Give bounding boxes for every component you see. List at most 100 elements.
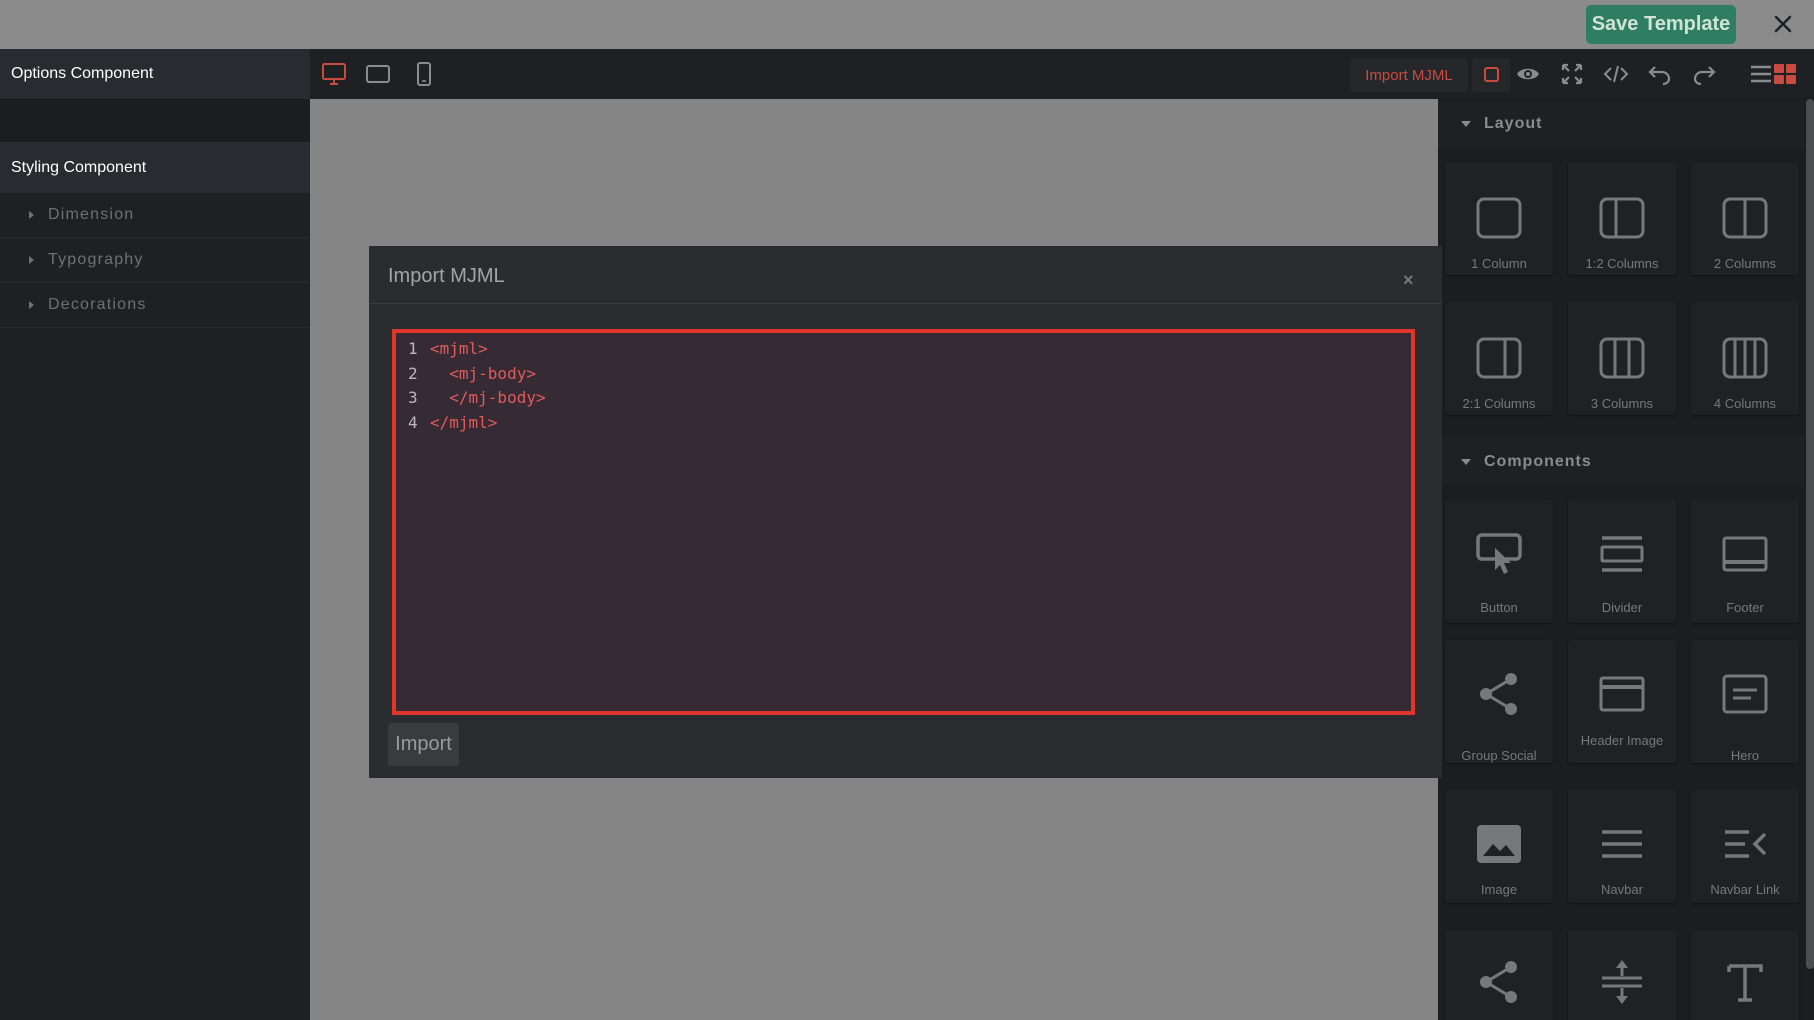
block-text[interactable]	[1691, 930, 1799, 1020]
block-2-1-columns[interactable]: 2:1 Columns	[1445, 302, 1553, 415]
save-template-button[interactable]: Save Template	[1586, 5, 1736, 44]
close-icon[interactable]	[1770, 11, 1796, 37]
code-text: </mjml>	[430, 413, 498, 432]
import-button[interactable]: Import	[388, 723, 459, 766]
desktop-icon[interactable]	[321, 61, 347, 87]
block-label: Header Image	[1580, 733, 1664, 748]
blocks-scrollbar[interactable]	[1806, 99, 1814, 969]
share-icon	[1480, 961, 1517, 1003]
block-label: 1:2 Columns	[1585, 256, 1659, 271]
category-title: Layout	[1484, 115, 1543, 132]
fullscreen-icon[interactable]	[1559, 61, 1585, 87]
navbar-icon	[1602, 830, 1642, 858]
block-2-columns[interactable]: 2 Columns	[1691, 162, 1799, 275]
text-icon	[1727, 964, 1763, 1002]
header-image-icon	[1599, 676, 1645, 712]
share-icon	[1480, 673, 1517, 715]
line-number: 1	[408, 339, 418, 358]
hero-icon	[1722, 674, 1768, 714]
navbar-link-icon	[1725, 830, 1767, 858]
button-icon	[1476, 533, 1522, 574]
block-button[interactable]: Button	[1445, 500, 1553, 623]
section-label: Decorations	[48, 296, 147, 313]
three-columns-icon	[1599, 337, 1645, 379]
top-bar: Save Template	[0, 0, 1814, 49]
two-columns-icon	[1722, 197, 1768, 239]
block-divider[interactable]: Divider	[1568, 500, 1676, 623]
redo-icon[interactable]	[1691, 61, 1717, 87]
block-hero[interactable]: Hero	[1691, 640, 1799, 763]
section-decorations[interactable]: Decorations	[0, 283, 310, 328]
blocks-panel: Layout 1 Column 1:2 Columns 2 Columns 2:…	[1438, 99, 1814, 1020]
block-image[interactable]: Image	[1445, 790, 1553, 903]
toolbar: Import MJML	[310, 49, 1814, 99]
code-line: 3 </mj-body>	[408, 388, 546, 412]
block-label: 4 Columns	[1713, 396, 1777, 411]
footer-icon	[1722, 536, 1768, 572]
options-component-header[interactable]: Options Component	[0, 49, 310, 99]
code-editor[interactable]: 1 <mjml> 2 <mj-body> 3 </mj-body> 4 </mj…	[392, 329, 1415, 715]
spacer-icon	[1602, 960, 1642, 1004]
four-columns-icon	[1722, 337, 1768, 379]
block-footer[interactable]: Footer	[1691, 500, 1799, 623]
two-one-columns-icon	[1476, 337, 1522, 379]
code-text: <mj-body>	[430, 364, 536, 383]
block-navbar-link[interactable]: Navbar Link	[1691, 790, 1799, 903]
styling-component-header[interactable]: Styling Component	[0, 143, 310, 193]
line-number: 4	[408, 413, 418, 432]
undo-icon[interactable]	[1647, 61, 1673, 87]
block-4-columns[interactable]: 4 Columns	[1691, 302, 1799, 415]
left-panel: Options Component Styling Component Dime…	[0, 49, 310, 1020]
components-category[interactable]: Components	[1438, 438, 1804, 486]
code-line: 1 <mjml>	[408, 339, 488, 363]
block-header-image[interactable]: Header Image	[1568, 640, 1676, 763]
modal-header: Import MJML ×	[369, 246, 1442, 304]
tablet-icon[interactable]	[365, 61, 391, 87]
block-label: 1 Column	[1471, 256, 1527, 271]
line-number: 2	[408, 364, 418, 383]
mobile-icon[interactable]	[411, 61, 437, 87]
divider-icon	[1600, 536, 1644, 572]
open-blocks-icon[interactable]	[1772, 61, 1798, 87]
section-typography[interactable]: Typography	[0, 238, 310, 283]
section-label: Typography	[48, 251, 144, 268]
block-label: Footer	[1726, 600, 1764, 615]
section-dimension[interactable]: Dimension	[0, 193, 310, 238]
block-3-columns[interactable]: 3 Columns	[1568, 302, 1676, 415]
category-title: Components	[1484, 453, 1592, 470]
options-component-body	[0, 99, 310, 143]
block-group-social[interactable]: Group Social	[1445, 640, 1553, 763]
code-text: <mjml>	[430, 339, 488, 358]
sw-visibility-button[interactable]	[1472, 58, 1510, 92]
modal-close-button[interactable]: ×	[1403, 270, 1414, 291]
image-icon	[1477, 825, 1521, 863]
section-label: Dimension	[48, 206, 135, 223]
layout-category[interactable]: Layout	[1438, 100, 1804, 148]
code-icon[interactable]	[1603, 61, 1629, 87]
import-mjml-button[interactable]: Import MJML	[1350, 58, 1468, 92]
block-label: Navbar Link	[1710, 882, 1780, 897]
block-social-element[interactable]	[1445, 930, 1553, 1020]
block-label: 2 Columns	[1713, 256, 1777, 271]
code-text: </mj-body>	[430, 388, 546, 407]
block-navbar[interactable]: Navbar	[1568, 790, 1676, 903]
preview-icon[interactable]	[1515, 61, 1541, 87]
block-label: 3 Columns	[1590, 396, 1654, 411]
block-label: Hero	[1730, 748, 1760, 763]
menu-icon[interactable]	[1748, 61, 1774, 87]
caret-down-icon	[1461, 121, 1471, 127]
block-label: Divider	[1601, 600, 1643, 615]
line-number: 3	[408, 388, 418, 407]
block-1-2-columns[interactable]: 1:2 Columns	[1568, 162, 1676, 275]
block-spacer[interactable]	[1568, 930, 1676, 1020]
import-modal: Import MJML × 1 <mjml> 2 <mj-body> 3 </m…	[369, 246, 1442, 778]
one-two-columns-icon	[1599, 197, 1645, 239]
block-label: Group Social	[1461, 748, 1537, 763]
block-label: Image	[1480, 882, 1518, 897]
caret-right-icon	[29, 301, 34, 309]
block-1-column[interactable]: 1 Column	[1445, 162, 1553, 275]
block-label: Button	[1480, 600, 1518, 615]
code-line: 2 <mj-body>	[408, 364, 536, 388]
modal-title: Import MJML	[388, 265, 505, 287]
code-line: 4 </mjml>	[408, 413, 497, 437]
